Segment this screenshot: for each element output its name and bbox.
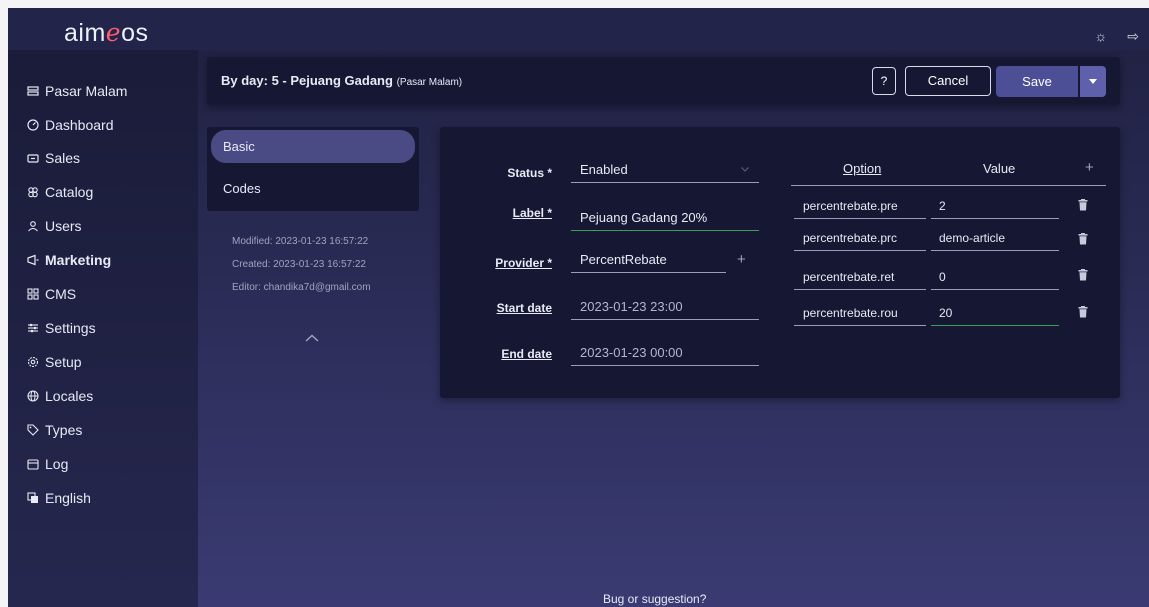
tab-codes[interactable]: Codes: [211, 172, 415, 205]
sidebar-item-dashboard[interactable]: Dashboard: [27, 117, 114, 133]
sidebar-item-users[interactable]: Users: [27, 218, 82, 234]
save-button[interactable]: Save: [996, 66, 1078, 97]
help-button[interactable]: ?: [872, 67, 896, 95]
end-date-label: End date: [501, 347, 552, 361]
trash-icon[interactable]: [1078, 233, 1088, 245]
provider-input[interactable]: PercentRebate: [571, 249, 726, 273]
sales-icon: [27, 154, 39, 163]
item-tabs: Basic Codes: [207, 127, 419, 211]
status-select[interactable]: Enabled: [571, 159, 759, 183]
types-icon: [27, 424, 39, 436]
config-value-input[interactable]: 20: [931, 300, 1059, 326]
modified-date: Modified: 2023-01-23 16:57:22: [232, 236, 369, 247]
page-header: By day: 5 - Pejuang Gadang (Pasar Malam)…: [207, 57, 1120, 105]
add-config-icon[interactable]: +: [1085, 159, 1094, 176]
window-frame-left: [0, 0, 8, 607]
trash-icon[interactable]: [1078, 199, 1088, 211]
site-icon: [27, 86, 39, 96]
cms-icon: [27, 288, 39, 300]
config-value-input[interactable]: demo-article: [931, 225, 1059, 251]
editor-email: Editor: chandika7d@gmail.com: [232, 282, 371, 293]
provider-label: Provider *: [495, 256, 552, 270]
top-bar: aimeos ☼ ⇨: [8, 8, 1149, 50]
save-options-dropdown[interactable]: [1080, 66, 1106, 97]
trash-icon[interactable]: [1078, 306, 1088, 318]
marketing-icon: [27, 254, 39, 266]
dashboard-icon: [27, 119, 39, 131]
sidebar-item-locales[interactable]: Locales: [27, 388, 93, 404]
log-icon: [27, 459, 39, 470]
sidebar-item-english[interactable]: English: [27, 490, 91, 506]
tab-basic[interactable]: Basic: [211, 130, 415, 163]
config-option-input[interactable]: percentrebate.rou: [794, 300, 926, 326]
config-option-input[interactable]: percentrebate.ret: [794, 264, 926, 290]
add-provider-icon[interactable]: +: [737, 251, 746, 268]
settings-icon: [28, 323, 38, 333]
sidebar-item-types[interactable]: Types: [27, 422, 82, 438]
config-value-input[interactable]: 0: [931, 264, 1059, 290]
label-label: Label *: [512, 206, 552, 220]
sidebar: Pasar Malam Dashboard Sales Catalog User…: [8, 50, 198, 607]
sidebar-item-catalog[interactable]: Catalog: [27, 184, 93, 200]
config-option-input[interactable]: percentrebate.pre: [794, 193, 926, 219]
option-column-header[interactable]: Option: [843, 161, 881, 176]
created-date: Created: 2023-01-23 16:57:22: [232, 259, 366, 270]
locales-icon: [27, 390, 39, 402]
sidebar-item-log[interactable]: Log: [27, 456, 68, 472]
users-icon: [28, 221, 38, 232]
logout-icon[interactable]: ⇨: [1127, 28, 1139, 45]
chevron-up-icon[interactable]: [305, 334, 319, 342]
config-option-input[interactable]: percentrebate.prc: [794, 225, 926, 251]
status-label: Status *: [507, 166, 552, 180]
chevron-down-icon: [741, 167, 749, 172]
sidebar-item-setup[interactable]: Setup: [27, 354, 82, 370]
cancel-button[interactable]: Cancel: [905, 66, 991, 96]
trash-icon[interactable]: [1078, 269, 1088, 281]
value-column-header: Value: [983, 161, 1016, 176]
language-icon: [27, 492, 38, 503]
catalog-icon: [28, 187, 38, 198]
aimeos-logo[interactable]: aimeos: [64, 18, 149, 48]
sidebar-item-settings[interactable]: Settings: [27, 320, 96, 336]
sidebar-item-cms[interactable]: CMS: [27, 286, 76, 302]
basic-form: Status * Enabled Label * Pejuang Gadang …: [440, 127, 1120, 398]
start-date-input[interactable]: 2023-01-23 23:00: [571, 296, 759, 320]
page-title: By day: 5 - Pejuang Gadang (Pasar Malam): [221, 73, 463, 88]
start-date-label: Start date: [496, 301, 552, 315]
sidebar-item-sales[interactable]: Sales: [27, 150, 80, 166]
window-frame-top: [0, 0, 1149, 8]
sidebar-item-pasar-malam[interactable]: Pasar Malam: [27, 83, 127, 99]
label-input[interactable]: Pejuang Gadang 20%: [571, 207, 759, 231]
table-header-divider: [791, 185, 1106, 186]
sidebar-item-marketing[interactable]: Marketing: [27, 252, 111, 268]
end-date-input[interactable]: 2023-01-23 00:00: [571, 342, 759, 366]
config-value-input[interactable]: 2: [931, 193, 1059, 219]
sun-icon[interactable]: ☼: [1094, 28, 1107, 45]
bug-report-link[interactable]: Bug or suggestion?: [603, 592, 706, 606]
setup-icon: [27, 356, 39, 368]
